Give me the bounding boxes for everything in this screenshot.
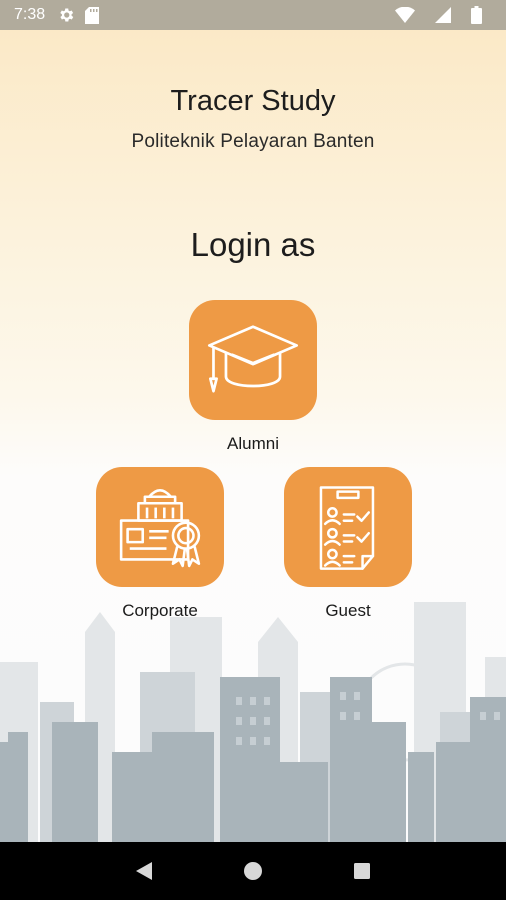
status-bar: 7:38: [0, 0, 506, 30]
guest-button[interactable]: [284, 467, 412, 587]
institution-subtitle: Politeknik Pelayaran Banten: [131, 131, 375, 152]
guest-label: Guest: [325, 601, 371, 620]
navigation-bar: [0, 842, 506, 900]
wifi-icon: [395, 7, 415, 23]
signal-icon: [435, 7, 451, 23]
city-skyline-illustration: [0, 602, 506, 842]
back-icon[interactable]: [124, 851, 164, 891]
guest-checklist-icon: [319, 486, 375, 570]
app-title: Tracer Study: [170, 85, 336, 117]
corporate-certificate-icon: [119, 488, 201, 568]
battery-icon: [471, 6, 482, 24]
sd-card-icon: [85, 6, 100, 24]
gear-icon: [57, 6, 75, 24]
status-time: 7:38: [14, 6, 46, 23]
login-as-heading: Login as: [190, 226, 316, 263]
corporate-option[interactable]: Corporate: [96, 467, 224, 621]
corporate-button[interactable]: [96, 467, 224, 587]
alumni-button[interactable]: [189, 300, 317, 420]
corporate-label: Corporate: [122, 601, 198, 620]
main-content: Tracer Study Politeknik Pelayaran Banten…: [0, 30, 506, 842]
guest-option[interactable]: Guest: [284, 467, 412, 621]
graduation-cap-icon: [207, 325, 299, 393]
alumni-option[interactable]: Alumni: [189, 300, 317, 454]
home-icon[interactable]: [233, 851, 273, 891]
alumni-label: Alumni: [227, 434, 279, 453]
recents-icon[interactable]: [342, 851, 382, 891]
